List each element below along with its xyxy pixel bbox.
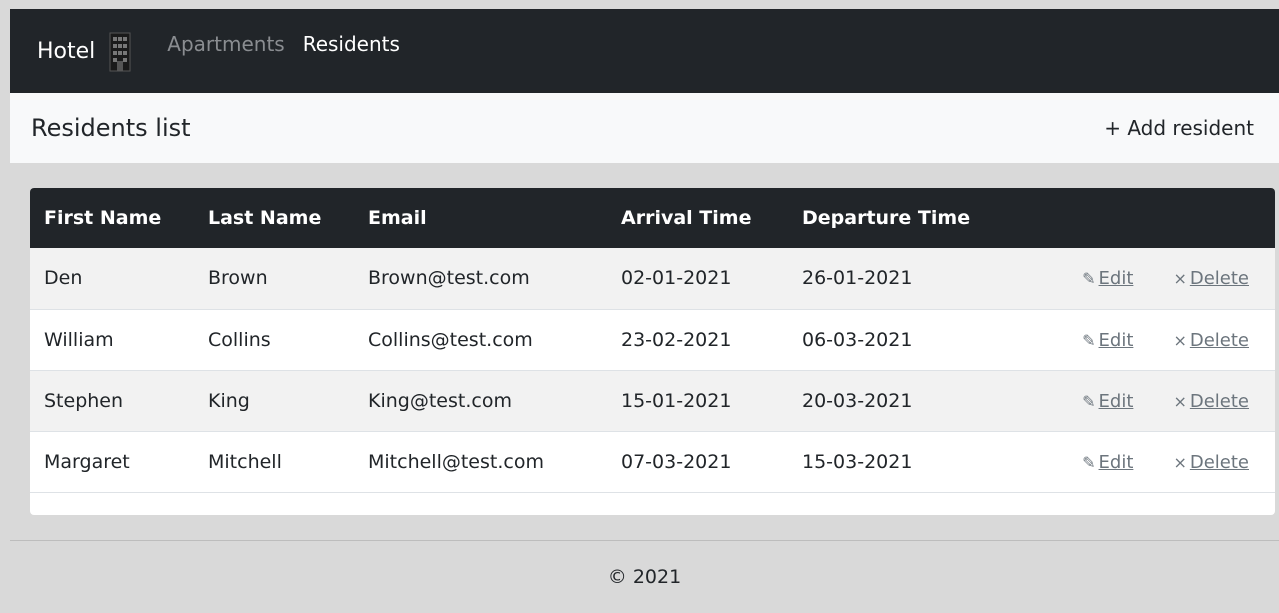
top-navbar: Hotel Apartments Residents: [10, 9, 1279, 93]
table-row: Stephen King King@test.com 15-01-2021 20…: [30, 370, 1275, 431]
pencil-icon: ✎: [1082, 391, 1096, 411]
cell-departure-time: 06-03-2021: [802, 328, 913, 351]
cell-last-name: King: [208, 389, 250, 412]
residents-table: First Name Last Name Email Arrival Time …: [30, 188, 1275, 493]
nav-link-residents[interactable]: Residents: [303, 32, 400, 56]
times-icon: ×: [1173, 330, 1187, 350]
cell-arrival-time: 23-02-2021: [621, 328, 732, 351]
cell-last-name: Mitchell: [208, 450, 282, 473]
delete-label: Delete: [1189, 329, 1249, 351]
cell-departure-time: 26-01-2021: [802, 267, 913, 290]
delete-button[interactable]: × Delete: [1173, 330, 1249, 351]
cell-arrival-time: 07-03-2021: [621, 450, 732, 473]
header-first-name: First Name: [44, 207, 162, 229]
table-row: Den Brown Brown@test.com 02-01-2021 26-0…: [30, 248, 1275, 309]
nav-link-apartments[interactable]: Apartments: [167, 32, 284, 56]
delete-button[interactable]: × Delete: [1173, 452, 1249, 473]
hotel-building-icon: [109, 27, 131, 75]
row-actions: ✎ Edit × Delete: [1028, 248, 1275, 309]
cell-first-name: William: [44, 328, 114, 351]
edit-label: Edit: [1098, 451, 1134, 473]
main-nav: Apartments Residents: [167, 32, 418, 56]
pencil-icon: ✎: [1082, 452, 1096, 472]
brand[interactable]: Hotel: [37, 27, 131, 75]
page-title: Residents list: [31, 114, 191, 142]
times-icon: ×: [1173, 391, 1187, 411]
row-actions: ✎ Edit × Delete: [1028, 309, 1275, 370]
cell-last-name: Brown: [208, 267, 268, 290]
delete-label: Delete: [1189, 451, 1249, 473]
table-row: Margaret Mitchell Mitchell@test.com 07-0…: [30, 431, 1275, 492]
edit-label: Edit: [1098, 329, 1134, 351]
pencil-icon: ✎: [1082, 269, 1096, 289]
header-actions: [1028, 188, 1275, 248]
delete-label: Delete: [1189, 268, 1249, 290]
cell-departure-time: 20-03-2021: [802, 389, 913, 412]
row-actions: ✎ Edit × Delete: [1028, 370, 1275, 431]
cell-departure-time: 15-03-2021: [802, 450, 913, 473]
header-email: Email: [368, 207, 427, 229]
edit-button[interactable]: ✎ Edit: [1082, 330, 1133, 351]
cell-arrival-time: 15-01-2021: [621, 389, 732, 412]
cell-email: Mitchell@test.com: [368, 450, 544, 473]
cell-arrival-time: 02-01-2021: [621, 267, 732, 290]
add-resident-button[interactable]: + Add resident: [1104, 116, 1254, 140]
edit-button[interactable]: ✎ Edit: [1082, 452, 1133, 473]
delete-button[interactable]: × Delete: [1173, 391, 1249, 412]
cell-email: Brown@test.com: [368, 267, 530, 290]
times-icon: ×: [1173, 452, 1187, 472]
delete-label: Delete: [1189, 390, 1249, 412]
row-actions: ✎ Edit × Delete: [1028, 431, 1275, 492]
header-arrival-time: Arrival Time: [621, 207, 752, 229]
copyright-text: © 2021: [607, 566, 682, 588]
edit-button[interactable]: ✎ Edit: [1082, 391, 1133, 412]
cell-email: King@test.com: [368, 389, 512, 412]
edit-button[interactable]: ✎ Edit: [1082, 268, 1133, 289]
cell-first-name: Margaret: [44, 450, 130, 473]
brand-label: Hotel: [37, 38, 96, 64]
delete-button[interactable]: × Delete: [1173, 268, 1249, 289]
edit-label: Edit: [1098, 268, 1134, 290]
header-departure-time: Departure Time: [802, 207, 971, 229]
cell-first-name: Den: [44, 267, 83, 290]
times-icon: ×: [1173, 269, 1187, 289]
cell-first-name: Stephen: [44, 389, 124, 412]
table-header-row: First Name Last Name Email Arrival Time …: [30, 188, 1275, 248]
table-row: William Collins Collins@test.com 23-02-2…: [30, 309, 1275, 370]
edit-label: Edit: [1098, 390, 1134, 412]
residents-table-card: First Name Last Name Email Arrival Time …: [30, 188, 1275, 515]
page-header: Residents list + Add resident: [10, 93, 1279, 163]
footer: © 2021: [10, 541, 1279, 613]
header-last-name: Last Name: [208, 207, 322, 229]
cell-email: Collins@test.com: [368, 328, 533, 351]
pencil-icon: ✎: [1082, 330, 1096, 350]
cell-last-name: Collins: [208, 328, 271, 351]
